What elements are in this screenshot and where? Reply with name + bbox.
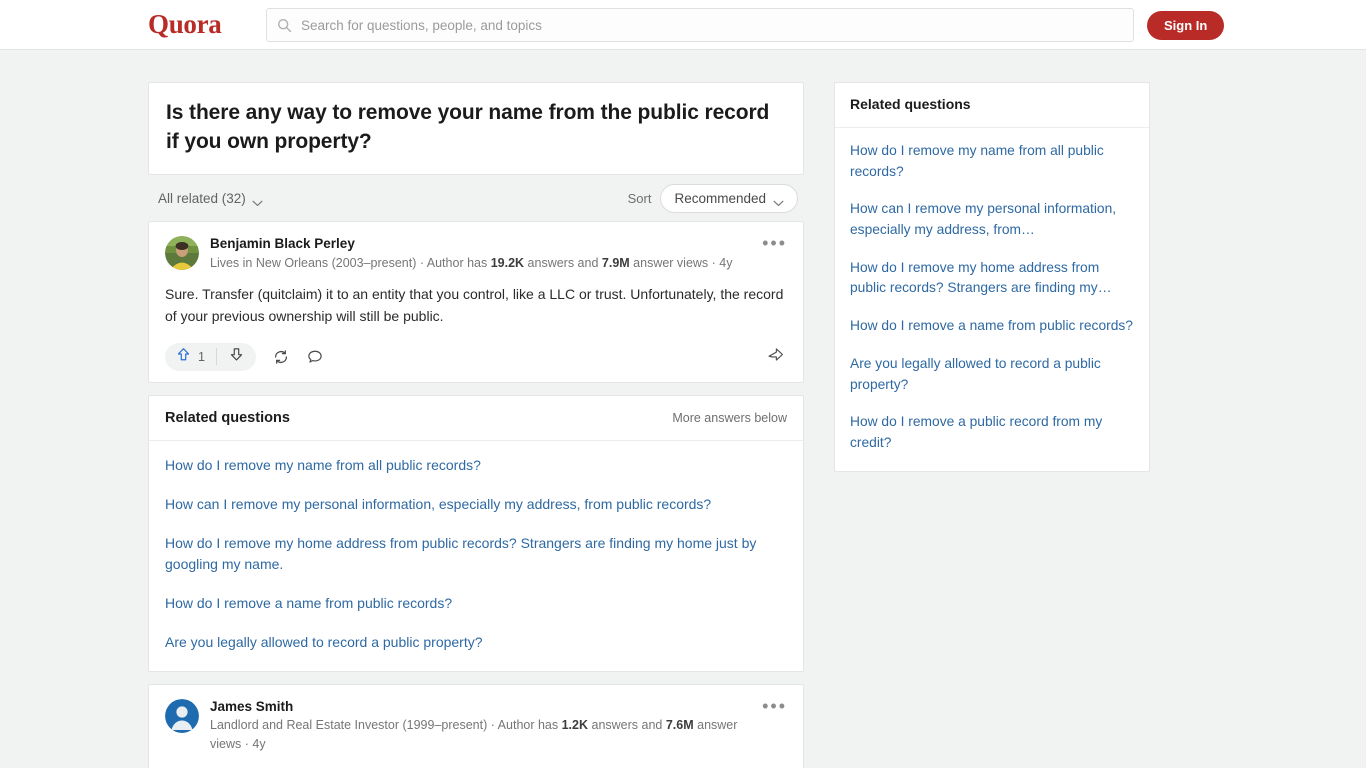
- answer-options-button[interactable]: •••: [762, 234, 787, 252]
- upvote-icon: [175, 346, 192, 368]
- chevron-down-icon: [773, 195, 784, 206]
- sidebar-question-link[interactable]: How do I remove a name from public recor…: [850, 316, 1134, 337]
- sort-label: Sort: [627, 190, 652, 206]
- sidebar-related-questions-card: Related questions How do I remove my nam…: [834, 82, 1150, 472]
- answers-count: 19.2K: [490, 255, 525, 270]
- search-input[interactable]: [301, 17, 1123, 33]
- related-question-link[interactable]: How do I remove a name from public recor…: [165, 593, 787, 614]
- avatar[interactable]: [165, 236, 199, 271]
- answer-card: James Smith Landlord and Real Estate Inv…: [148, 683, 804, 768]
- downvote-icon: [228, 346, 245, 368]
- answer-card: Benjamin Black Perley Lives in New Orlea…: [148, 221, 804, 383]
- author-credential: Landlord and Real Estate Investor (1999–…: [210, 716, 745, 754]
- page-title: Is there any way to remove your name fro…: [166, 101, 770, 153]
- credential-prefix: Landlord and Real Estate Investor (1999–…: [210, 718, 562, 733]
- author-name[interactable]: James Smith: [210, 697, 745, 717]
- related-question-link[interactable]: How do I remove my home address from pub…: [165, 533, 787, 575]
- upvote-count: 1: [198, 349, 205, 364]
- related-question-link[interactable]: How do I remove my name from all public …: [165, 455, 787, 476]
- search-bar[interactable]: [266, 8, 1134, 42]
- answer-paragraph: Sure. Transfer (quitclaim) it to an enti…: [165, 286, 784, 325]
- related-questions-card: Related questions More answers below How…: [148, 394, 804, 672]
- related-questions-title: Related questions: [165, 409, 290, 426]
- sort-group: Sort Recommended: [627, 183, 798, 213]
- related-questions-list: How do I remove my name from all public …: [149, 441, 803, 671]
- sort-dropdown[interactable]: Recommended: [660, 183, 798, 213]
- views-count: 7.6M: [665, 718, 694, 733]
- sidebar-question-link[interactable]: Are you legally allowed to record a publ…: [850, 354, 1134, 395]
- answers-count: 1.2K: [561, 718, 589, 733]
- repost-icon[interactable]: [272, 348, 290, 366]
- sidebar-title: Related questions: [850, 96, 971, 112]
- page-body: Is there any way to remove your name fro…: [0, 50, 1366, 768]
- app-header: Quora Sign In: [0, 0, 1366, 50]
- share-icon[interactable]: [766, 345, 785, 369]
- views-count: 7.9M: [601, 255, 630, 270]
- downvote-button[interactable]: [217, 346, 256, 368]
- more-answers-below-label[interactable]: More answers below: [672, 411, 787, 425]
- answer-options-button[interactable]: •••: [762, 697, 787, 715]
- search-icon: [277, 18, 292, 33]
- comment-icon[interactable]: [306, 348, 324, 366]
- chevron-down-icon: [252, 195, 263, 206]
- upvote-button[interactable]: 1: [165, 346, 216, 368]
- question-card: Is there any way to remove your name fro…: [148, 82, 804, 176]
- answer-header: Benjamin Black Perley Lives in New Orlea…: [165, 234, 787, 272]
- sign-in-button[interactable]: Sign In: [1147, 11, 1225, 40]
- credential-prefix: Lives in New Orleans (2003–present) · Au…: [210, 255, 491, 270]
- answer-header: James Smith Landlord and Real Estate Inv…: [165, 697, 787, 754]
- quora-logo[interactable]: Quora: [148, 9, 222, 40]
- vote-pill: 1: [165, 342, 256, 371]
- related-question-link[interactable]: Are you legally allowed to record a publ…: [165, 632, 787, 653]
- sidebar-question-link[interactable]: How do I remove my name from all public …: [850, 141, 1134, 182]
- sidebar-question-link[interactable]: How do I remove a public record from my …: [850, 412, 1134, 453]
- avatar[interactable]: [165, 698, 199, 733]
- answer-action-bar: 1: [165, 340, 787, 374]
- sidebar: Related questions How do I remove my nam…: [834, 82, 1150, 472]
- sort-value: Recommended: [674, 190, 766, 206]
- sidebar-question-link[interactable]: How can I remove my personal information…: [850, 199, 1134, 240]
- credential-mid: answers and: [524, 255, 602, 270]
- main-column: Is there any way to remove your name fro…: [148, 82, 804, 768]
- answer-meta: James Smith Landlord and Real Estate Inv…: [210, 697, 787, 754]
- sidebar-header: Related questions: [835, 83, 1149, 128]
- filter-row: All related (32) Sort Recommended: [148, 175, 804, 221]
- author-credential: Lives in New Orleans (2003–present) · Au…: [210, 254, 745, 273]
- author-name[interactable]: Benjamin Black Perley: [210, 234, 745, 254]
- all-related-dropdown[interactable]: All related (32): [158, 191, 263, 206]
- related-question-link[interactable]: How can I remove my personal information…: [165, 494, 787, 515]
- all-related-label: All related (32): [158, 190, 246, 206]
- credential-suffix: answer views · 4y: [629, 255, 733, 270]
- answer-meta: Benjamin Black Perley Lives in New Orlea…: [210, 234, 787, 272]
- related-questions-header: Related questions More answers below: [149, 396, 803, 441]
- credential-mid: answers and: [588, 718, 666, 733]
- sidebar-list: How do I remove my name from all public …: [835, 128, 1149, 471]
- sidebar-question-link[interactable]: How do I remove my home address from pub…: [850, 258, 1134, 299]
- answer-body: Sure. Transfer (quitclaim) it to an enti…: [165, 284, 787, 327]
